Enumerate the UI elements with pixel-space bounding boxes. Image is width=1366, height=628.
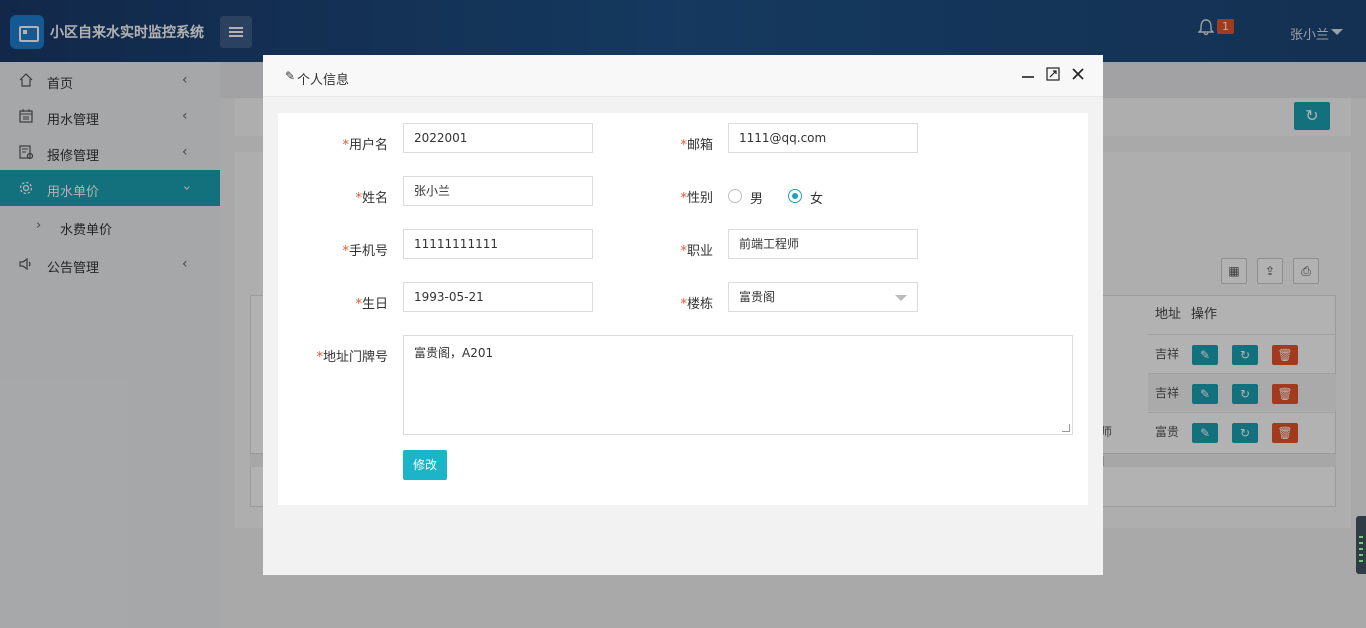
phone-input[interactable]: 11111111111	[403, 229, 593, 259]
gender-label: *性别	[680, 191, 713, 206]
birthday-label: *生日	[355, 297, 388, 312]
phone-label: *手机号	[342, 244, 388, 259]
address-value: 富贵阁，A201	[414, 346, 494, 360]
job-input[interactable]: 前端工程师	[728, 229, 918, 259]
profile-modal: ✎ 个人信息 *用户名 2022001 *邮箱 1111@qq.com *姓名 …	[263, 55, 1103, 575]
birthday-input[interactable]: 1993-05-21	[403, 282, 593, 312]
gender-female-radio[interactable]	[788, 189, 802, 203]
building-select[interactable]: 富贵阁	[728, 282, 918, 312]
name-input[interactable]: 张小兰	[403, 176, 593, 206]
name-label: *姓名	[355, 191, 388, 206]
job-label: *职业	[680, 244, 713, 259]
gender-male-radio[interactable]	[728, 189, 742, 203]
building-select-value: 富贵阁	[739, 290, 776, 304]
pencil-icon: ✎	[285, 69, 296, 83]
minimize-button[interactable]	[1019, 67, 1037, 85]
maximize-button[interactable]	[1044, 67, 1062, 85]
address-label: *地址门牌号	[316, 350, 388, 365]
submit-button[interactable]: 修改	[403, 450, 447, 480]
gender-male-label[interactable]: 男	[750, 188, 763, 207]
username-input[interactable]: 2022001	[403, 123, 593, 153]
address-textarea[interactable]: 富贵阁，A201	[403, 335, 1073, 435]
chevron-down-icon	[895, 295, 907, 301]
profile-form: *用户名 2022001 *邮箱 1111@qq.com *姓名 张小兰 *性别…	[278, 113, 1088, 505]
gender-female-label[interactable]: 女	[810, 188, 823, 207]
email-label: *邮箱	[680, 138, 713, 153]
email-input[interactable]: 1111@qq.com	[728, 123, 918, 153]
modal-header: ✎ 个人信息	[263, 55, 1103, 97]
side-widget[interactable]	[1356, 516, 1366, 574]
modal-title: 个人信息	[297, 73, 350, 88]
building-label: *楼栋	[680, 297, 713, 312]
resize-handle-icon[interactable]	[1062, 424, 1070, 432]
close-button[interactable]	[1069, 67, 1087, 85]
username-label: *用户名	[342, 138, 388, 153]
